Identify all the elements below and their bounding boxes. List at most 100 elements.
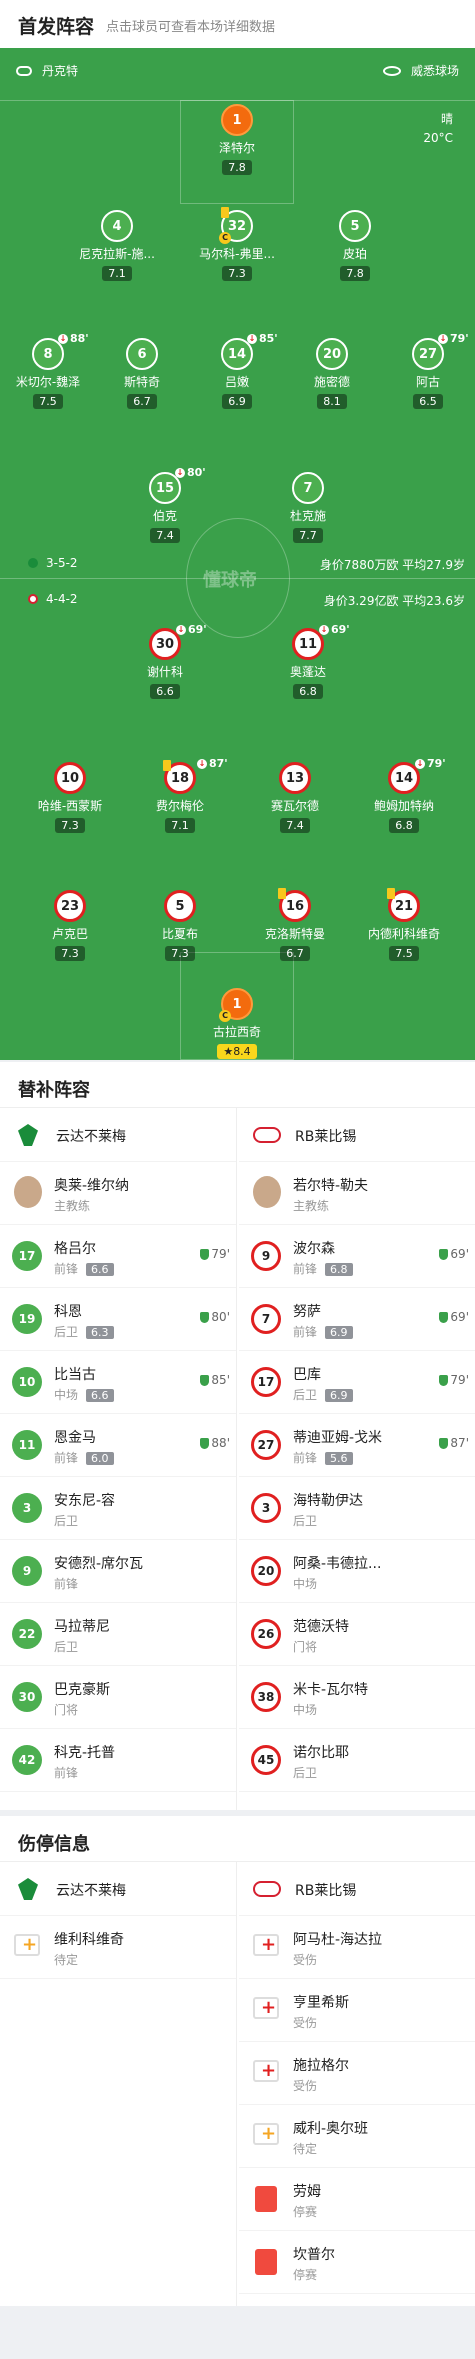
player-name: 科克-托普 bbox=[54, 1745, 116, 1761]
sub-out-icon: ↓ bbox=[58, 334, 68, 344]
jersey-number: 11 bbox=[12, 1430, 42, 1460]
sub-player-row[interactable]: 30 巴克豪斯 门将 bbox=[0, 1666, 236, 1729]
player-home-2[interactable]: 32 C 马尔科-弗里... 7.3 bbox=[189, 207, 285, 281]
player-away-5[interactable]: 14 ↓ 79' 鲍姆加特纳 6.8 bbox=[356, 757, 452, 833]
player-away-2[interactable]: 10 哈维-西蒙斯 7.3 bbox=[22, 762, 118, 833]
player-name: 格吕尔 bbox=[54, 1241, 96, 1257]
injury-row[interactable]: 坎普尔 停赛 bbox=[239, 2231, 475, 2294]
player-home-1[interactable]: 4 尼克拉斯-施... 7.1 bbox=[69, 210, 165, 281]
leipzig-logo-icon bbox=[28, 594, 38, 604]
injury-row[interactable]: 劳姆 停赛 bbox=[239, 2168, 475, 2231]
player-name: 科恩 bbox=[54, 1304, 82, 1320]
sub-minute: 69' bbox=[450, 1247, 469, 1261]
jersey-number: 7 bbox=[251, 1304, 281, 1334]
player-away-4[interactable]: 13 赛瓦尔德 7.4 bbox=[247, 762, 343, 833]
sub-in-icon bbox=[439, 1375, 449, 1386]
sub-in-icon bbox=[200, 1312, 210, 1323]
red-card-icon bbox=[255, 2186, 277, 2212]
player-home-4[interactable]: 8 ↓ 88' 米切尔-魏泽 7.5 bbox=[0, 332, 96, 409]
home-coach[interactable]: 奥莱-维尔纳 主教练 bbox=[0, 1162, 236, 1225]
player-name: 威利-奥尔班 bbox=[293, 2121, 369, 2137]
pitch: 丹克特 威悉球场 晴 20°C 懂球帝 3-5-2 身价7880万欧 平均27.… bbox=[0, 48, 475, 1060]
player-home-9[interactable]: 15 ↓ 80' 伯克 7.4 bbox=[117, 466, 213, 543]
sub-player-row[interactable]: 9 安德烈-席尔瓦 前锋 bbox=[0, 1540, 236, 1603]
player-away-3[interactable]: 18 ↓ 87' 费尔梅伦 7.1 bbox=[132, 757, 228, 833]
jersey-number: 38 bbox=[251, 1682, 281, 1712]
sub-player-row[interactable]: 3 安东尼-容 后卫 bbox=[0, 1477, 236, 1540]
sub-player-row[interactable]: 27 蒂迪亚姆-戈米 前锋 5.6 87' bbox=[239, 1414, 475, 1477]
player-name: 诺尔比耶 bbox=[293, 1745, 349, 1761]
player-away-9[interactable]: 21 内德利科维奇 7.5 bbox=[356, 888, 452, 961]
captain-badge: C bbox=[219, 1010, 231, 1022]
position-label: 前锋 bbox=[54, 1577, 79, 1591]
jersey-number: 30 bbox=[12, 1682, 42, 1712]
player-away-1[interactable]: 11 ↓ 69' 奥蓬达 6.8 bbox=[260, 623, 356, 699]
jersey-number: 20 bbox=[251, 1556, 281, 1586]
rating-badge: 5.6 bbox=[325, 1452, 353, 1465]
sub-player-row[interactable]: 17 格吕尔 前锋 6.6 79' bbox=[0, 1225, 236, 1288]
player-away-10[interactable]: 1C 古拉西奇 ★8.4 bbox=[189, 988, 285, 1059]
player-home-10[interactable]: 7 杜克施 7.7 bbox=[260, 472, 356, 543]
player-name: 阿马杜-海达拉 bbox=[293, 1932, 383, 1948]
player-position: 前锋 6.0 bbox=[54, 1449, 114, 1466]
injury-section: 伤停信息 云达不莱梅 维利科维奇待定 RB莱比锡 阿马杜-海达拉受伤亨里希斯受伤… bbox=[0, 1816, 475, 2306]
player-position: 前锋 bbox=[54, 1764, 78, 1781]
player-home-0[interactable]: 1 泽特尔 7.8 bbox=[189, 104, 285, 175]
player-home-7[interactable]: 20 施密德 8.1 bbox=[284, 338, 380, 409]
yellow-card-icon bbox=[387, 888, 395, 899]
home-formation: 3-5-2 bbox=[28, 556, 78, 570]
yellow-card-icon bbox=[221, 207, 229, 218]
sub-player-row[interactable]: 9 波尔森 前锋 6.8 69' bbox=[239, 1225, 475, 1288]
sub-player-row[interactable]: 42 科克-托普 前锋 bbox=[0, 1729, 236, 1792]
sub-minute: 69' bbox=[450, 1310, 469, 1324]
player-away-6[interactable]: 23 卢克巴 7.3 bbox=[22, 890, 118, 961]
sub-out-icon: ↓ bbox=[319, 625, 329, 635]
home-value: 身价7880万欧 平均27.9岁 bbox=[319, 558, 465, 572]
injury-row[interactable]: 施拉格尔受伤 bbox=[239, 2042, 475, 2105]
player-name: 亨里希斯 bbox=[293, 1995, 349, 2011]
player-away-7[interactable]: 5 比夏布 7.3 bbox=[132, 890, 228, 961]
sub-out-icon: ↓ bbox=[247, 334, 257, 344]
sub-player-row[interactable]: 11 恩金马 前锋 6.0 88' bbox=[0, 1414, 236, 1477]
sub-player-row[interactable]: 20 阿桑-韦德拉... 中场 bbox=[239, 1540, 475, 1603]
injury-row[interactable]: 威利-奥尔班待定 bbox=[239, 2105, 475, 2168]
position-label: 前锋 bbox=[54, 1451, 79, 1465]
player-name: 海特勒伊达 bbox=[293, 1493, 363, 1509]
injury-row[interactable]: 亨里希斯受伤 bbox=[239, 1979, 475, 2042]
injury-row[interactable]: 维利科维奇待定 bbox=[0, 1916, 236, 1979]
sub-player-row[interactable]: 38 米卡-瓦尔特 中场 bbox=[239, 1666, 475, 1729]
jersey-number: 3 bbox=[251, 1493, 281, 1523]
sub-player-row[interactable]: 17 巴库 后卫 6.9 79' bbox=[239, 1351, 475, 1414]
sub-player-row[interactable]: 22 马拉蒂尼 后卫 bbox=[0, 1603, 236, 1666]
sub-player-row[interactable]: 3 海特勒伊达 后卫 bbox=[239, 1477, 475, 1540]
injury-row[interactable]: 阿马杜-海达拉受伤 bbox=[239, 1916, 475, 1979]
star-icon: ★ bbox=[223, 1045, 234, 1058]
player-home-8[interactable]: 27 ↓ 79' 阿古 6.5 bbox=[380, 332, 475, 409]
rating-badge: 6.9 bbox=[325, 1389, 353, 1402]
jersey-number: 17 bbox=[251, 1367, 281, 1397]
player-home-5[interactable]: 6 斯特奇 6.7 bbox=[94, 338, 190, 409]
position-label: 中场 bbox=[293, 1577, 318, 1591]
player-name: 维利科维奇 bbox=[54, 1932, 124, 1948]
position-label: 门将 bbox=[54, 1703, 79, 1717]
yellow-card-icon bbox=[163, 760, 171, 771]
player-home-3[interactable]: 5 皮珀 7.8 bbox=[307, 210, 403, 281]
player-position: 门将 bbox=[293, 1638, 317, 1655]
jersey-number: 10 bbox=[12, 1367, 42, 1397]
sub-in-icon bbox=[200, 1438, 210, 1449]
position-label: 中场 bbox=[293, 1703, 318, 1717]
sub-player-row[interactable]: 26 范德沃特 门将 bbox=[239, 1603, 475, 1666]
sub-player-row[interactable]: 19 科恩 后卫 6.3 80' bbox=[0, 1288, 236, 1351]
injury-icon bbox=[253, 1997, 279, 2019]
player-home-6[interactable]: 14 ↓ 85' 吕嫩 6.9 bbox=[189, 332, 285, 409]
sub-minute: 88' bbox=[211, 1436, 230, 1450]
leipzig-logo-icon bbox=[253, 1881, 281, 1897]
away-coach[interactable]: 若尔特-勒夫 主教练 bbox=[239, 1162, 475, 1225]
sub-player-row[interactable]: 45 诺尔比耶 后卫 bbox=[239, 1729, 475, 1792]
player-away-8[interactable]: 16 克洛斯特曼 6.7 bbox=[247, 888, 343, 961]
sub-player-row[interactable]: 7 努萨 前锋 6.9 69' bbox=[239, 1288, 475, 1351]
away-formation: 4-4-2 bbox=[28, 592, 78, 606]
player-position: 前锋 5.6 bbox=[293, 1449, 353, 1466]
sub-player-row[interactable]: 10 比当古 中场 6.6 85' bbox=[0, 1351, 236, 1414]
player-away-0[interactable]: 30 ↓ 69' 谢什科 6.6 bbox=[117, 623, 213, 699]
